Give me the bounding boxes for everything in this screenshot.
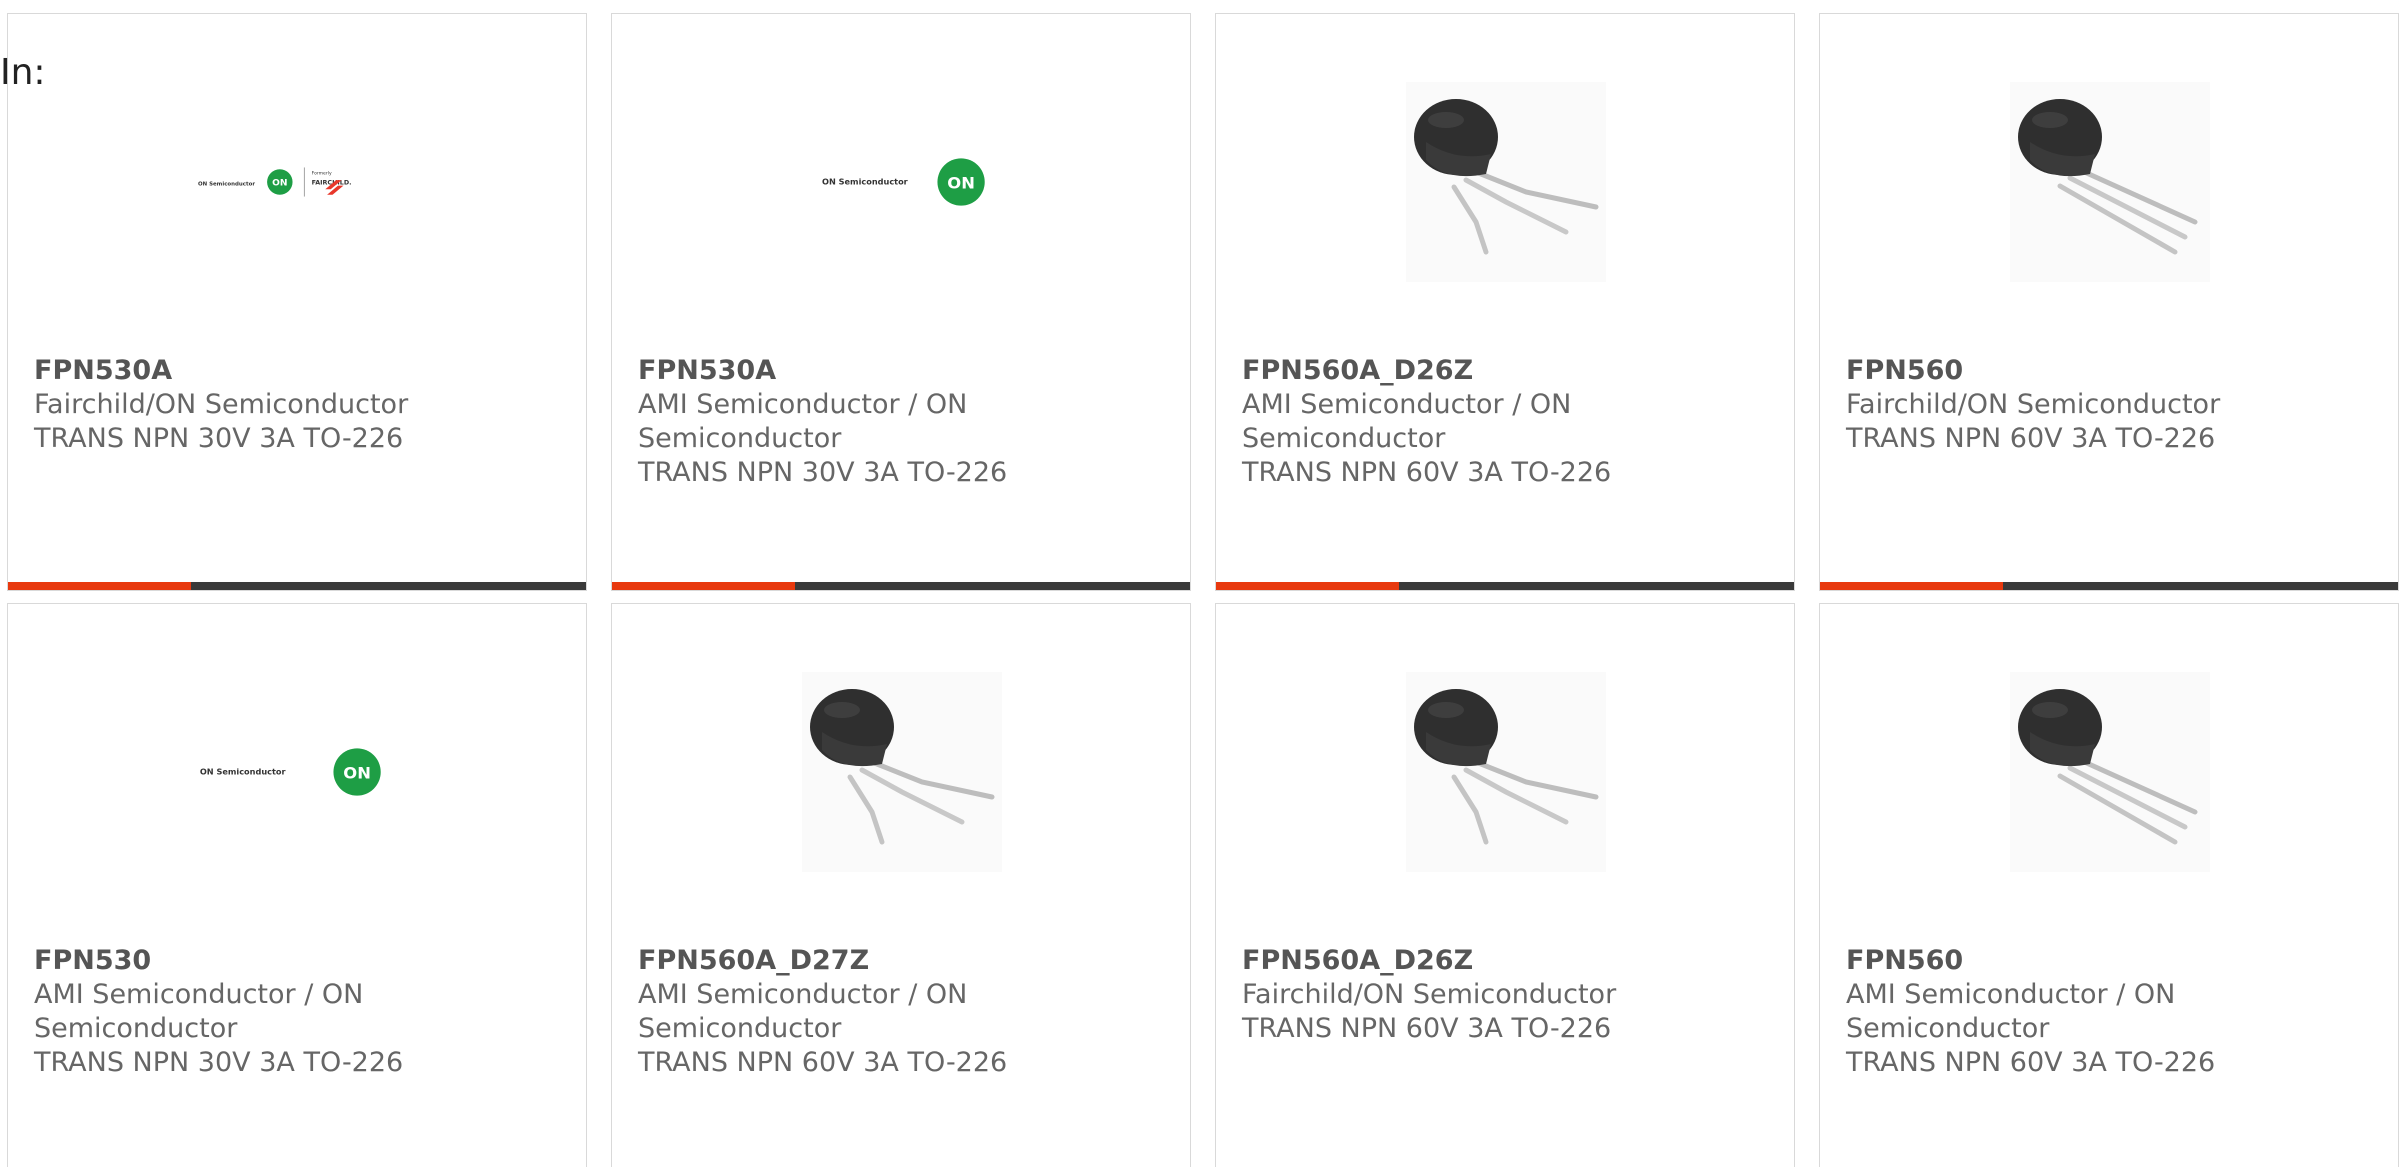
description: TRANS NPN 30V 3A TO-226 xyxy=(638,457,1008,488)
product-card[interactable]: ON Semiconductor ON FPN530A AMI Semicond… xyxy=(611,13,1191,591)
manufacturer: Fairchild/ON Semiconductor xyxy=(1846,389,2221,420)
svg-text:Formerly: Formerly xyxy=(312,171,332,177)
part-number[interactable]: FPN560 xyxy=(1846,944,2266,978)
transistor-bent-leads-icon xyxy=(802,672,1002,872)
manufacturer: AMI Semiconductor / ON Semiconductor xyxy=(1242,389,1572,454)
svg-text:ON Semiconductor: ON Semiconductor xyxy=(200,767,286,777)
product-card[interactable]: FPN560A_D27Z AMI Semiconductor / ON Semi… xyxy=(611,603,1191,1167)
on-fairchild-logo-icon: ON Semiconductor ON Formerly FAIRCHILD. xyxy=(198,167,352,197)
description: TRANS NPN 30V 3A TO-226 xyxy=(34,423,404,454)
on-semiconductor-logo-icon: ON Semiconductor ON xyxy=(200,748,381,796)
part-number[interactable]: FPN560A_D26Z xyxy=(1242,944,1662,978)
manufacturer: AMI Semiconductor / ON Semiconductor xyxy=(638,979,968,1044)
svg-text:ON Semiconductor: ON Semiconductor xyxy=(822,177,908,187)
accent-dark-segment xyxy=(795,582,1190,590)
manufacturer: Fairchild/ON Semiconductor xyxy=(1242,979,1617,1010)
product-image: ON Semiconductor ON xyxy=(802,82,1002,282)
product-card[interactable]: FPN560A_D26Z AMI Semiconductor / ON Semi… xyxy=(1215,13,1795,591)
accent-dark-segment xyxy=(2003,582,2398,590)
description: TRANS NPN 60V 3A TO-226 xyxy=(1242,1013,1612,1044)
manufacturer: AMI Semiconductor / ON Semiconductor xyxy=(638,389,968,454)
part-number[interactable]: FPN560A_D27Z xyxy=(638,944,1058,978)
card-accent-bar xyxy=(612,582,1190,590)
manufacturer: AMI Semiconductor / ON Semiconductor xyxy=(34,979,364,1044)
transistor-straight-leads-icon xyxy=(2010,672,2210,872)
product-card[interactable]: FPN560 AMI Semiconductor / ON Semiconduc… xyxy=(1819,603,2399,1167)
product-image xyxy=(1406,672,1606,872)
product-card[interactable]: FPN560 Fairchild/ON Semiconductor TRANS … xyxy=(1819,13,2399,591)
product-results-page: In: ON Semiconductor ON Formerly FAIRCHI… xyxy=(0,0,2400,1167)
product-image xyxy=(802,672,1002,872)
description: TRANS NPN 60V 3A TO-226 xyxy=(1846,1047,2216,1078)
transistor-bent-leads-icon xyxy=(1406,672,1606,872)
svg-text:ON: ON xyxy=(272,179,287,189)
product-card[interactable]: ON Semiconductor ON FPN530 AMI Semicondu… xyxy=(7,603,587,1167)
description: TRANS NPN 60V 3A TO-226 xyxy=(638,1047,1008,1078)
product-image xyxy=(2010,82,2210,282)
accent-dark-segment xyxy=(191,582,586,590)
svg-text:ON Semiconductor: ON Semiconductor xyxy=(198,182,255,188)
transistor-straight-leads-icon xyxy=(2010,82,2210,282)
accent-orange-segment xyxy=(1216,582,1399,590)
part-number[interactable]: FPN530 xyxy=(34,944,454,978)
description: TRANS NPN 30V 3A TO-226 xyxy=(34,1047,404,1078)
product-image: ON Semiconductor ON xyxy=(198,672,398,872)
manufacturer: Fairchild/ON Semiconductor xyxy=(34,389,409,420)
on-semiconductor-logo-icon: ON Semiconductor ON xyxy=(822,158,985,206)
description: TRANS NPN 60V 3A TO-226 xyxy=(1846,423,2216,454)
accent-dark-segment xyxy=(1399,582,1794,590)
manufacturer: AMI Semiconductor / ON Semiconductor xyxy=(1846,979,2176,1044)
product-card[interactable]: FPN560A_D26Z Fairchild/ON Semiconductor … xyxy=(1215,603,1795,1167)
accent-orange-segment xyxy=(612,582,795,590)
part-number[interactable]: FPN560 xyxy=(1846,354,2266,388)
accent-orange-segment xyxy=(1820,582,2003,590)
product-image xyxy=(1406,82,1606,282)
card-accent-bar xyxy=(8,582,586,590)
part-number[interactable]: FPN530A xyxy=(638,354,1058,388)
product-card[interactable]: ON Semiconductor ON Formerly FAIRCHILD. … xyxy=(7,13,587,591)
product-image xyxy=(2010,672,2210,872)
transistor-bent-leads-icon xyxy=(1406,82,1606,282)
filter-label: In: xyxy=(0,52,46,93)
product-grid: ON Semiconductor ON Formerly FAIRCHILD. … xyxy=(7,13,2399,1167)
product-image: ON Semiconductor ON Formerly FAIRCHILD. xyxy=(198,82,398,282)
svg-text:ON: ON xyxy=(947,173,975,192)
part-number[interactable]: FPN530A xyxy=(34,354,454,388)
card-accent-bar xyxy=(1820,582,2398,590)
svg-text:ON: ON xyxy=(343,763,371,782)
card-accent-bar xyxy=(1216,582,1794,590)
part-number[interactable]: FPN560A_D26Z xyxy=(1242,354,1662,388)
accent-orange-segment xyxy=(8,582,191,590)
description: TRANS NPN 60V 3A TO-226 xyxy=(1242,457,1612,488)
